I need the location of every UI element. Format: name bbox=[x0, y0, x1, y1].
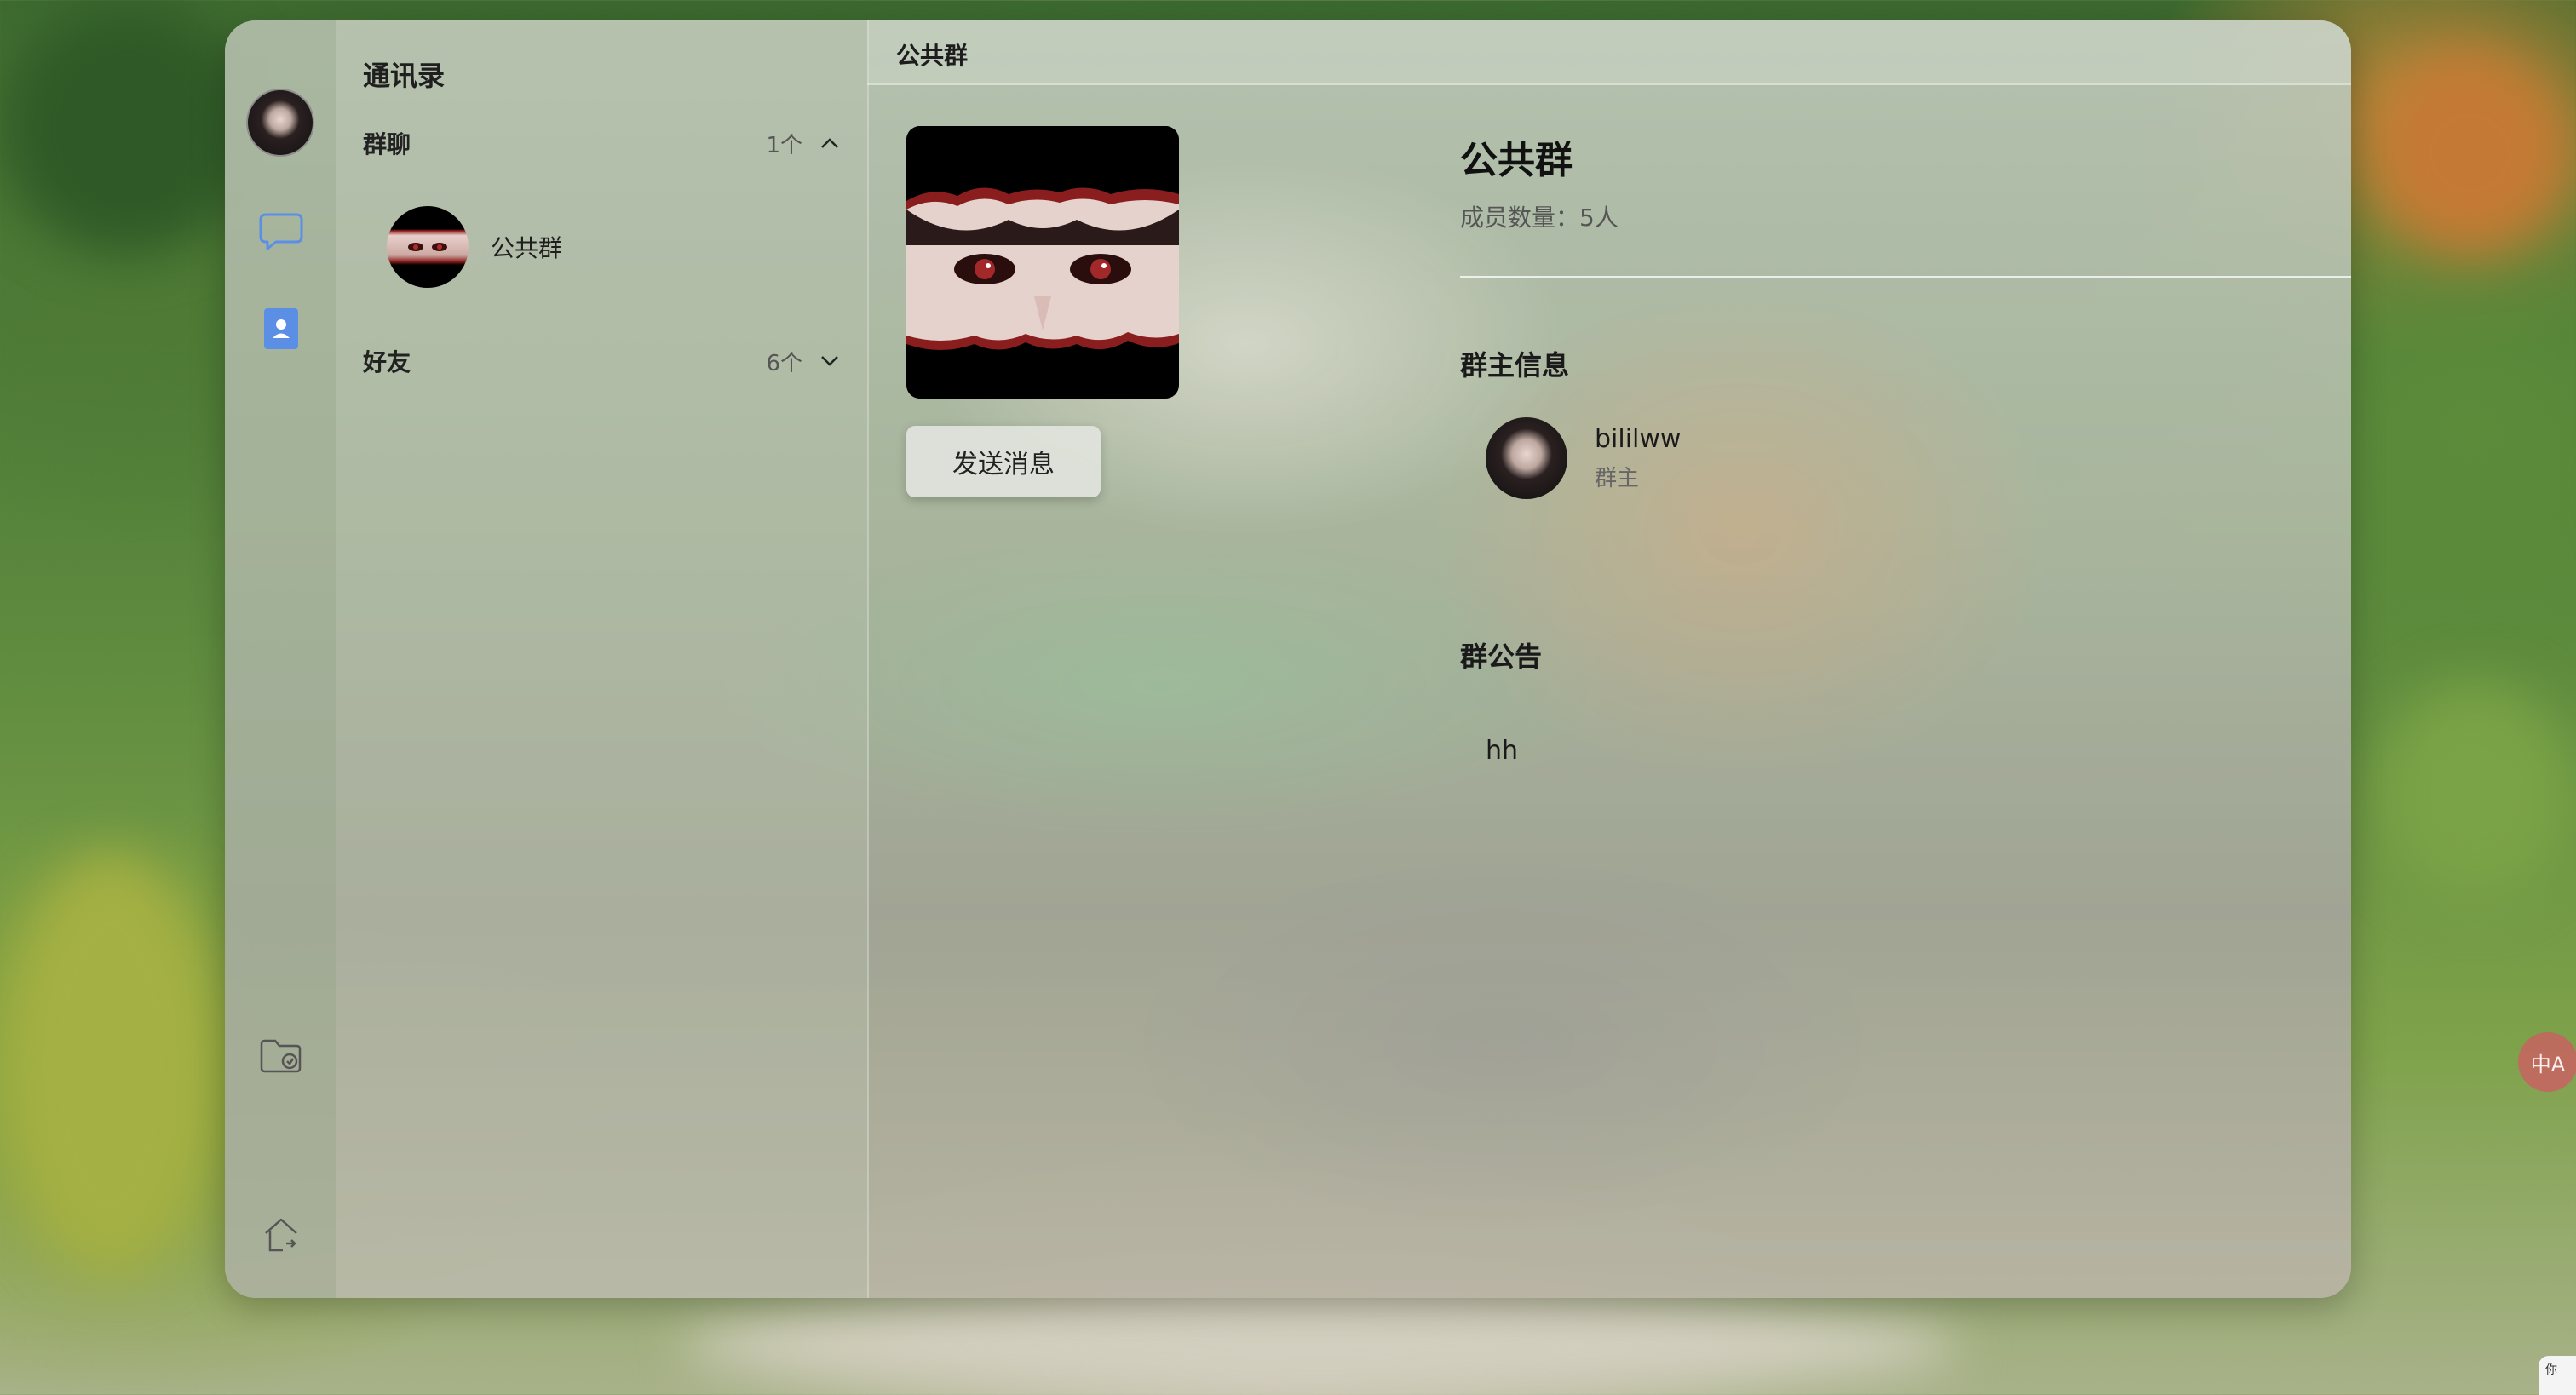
chevron-down-icon bbox=[821, 356, 838, 366]
owner-name: bililww bbox=[1595, 424, 1682, 454]
group-name: 公共群 bbox=[1460, 139, 1573, 182]
background-foliage bbox=[0, 0, 256, 255]
group-chat-section-label: 群聊 bbox=[363, 130, 411, 158]
corner-note[interactable]: 你 bbox=[2539, 1356, 2576, 1395]
chat-bubble-icon[interactable] bbox=[259, 210, 303, 254]
group-chat-count: 1个 bbox=[766, 132, 802, 158]
user-avatar[interactable] bbox=[246, 89, 314, 157]
member-count-value: 5人 bbox=[1579, 204, 1619, 232]
contacts-panel: 通讯录 群聊 1个 公共群 好友 6个 bbox=[336, 20, 869, 1298]
contacts-book-icon[interactable] bbox=[259, 307, 303, 351]
owner-info: bililww 群主 bbox=[1595, 424, 1681, 492]
home-icon[interactable] bbox=[259, 1213, 303, 1257]
friends-section-label: 好友 bbox=[363, 348, 411, 376]
divider bbox=[1460, 276, 2351, 278]
background-foliage bbox=[2368, 51, 2573, 255]
owner-avatar bbox=[1486, 417, 1567, 499]
owner-card[interactable]: bililww 群主 bbox=[1486, 417, 1681, 499]
owner-section-title: 群主信息 bbox=[1460, 349, 1570, 382]
group-avatar bbox=[387, 206, 469, 288]
icon-rail bbox=[225, 20, 336, 1298]
announcement-text: hh bbox=[1486, 736, 1519, 766]
friends-count: 6个 bbox=[766, 350, 802, 376]
owner-role: 群主 bbox=[1595, 466, 1640, 491]
group-list-item[interactable]: 公共群 bbox=[387, 204, 830, 290]
background-street bbox=[681, 1295, 1959, 1395]
friends-section-header[interactable]: 好友 6个 bbox=[363, 341, 840, 382]
member-count: 成员数量： 5人 bbox=[1460, 199, 1619, 233]
chevron-up-icon bbox=[821, 138, 838, 148]
contacts-title: 通讯录 bbox=[363, 60, 446, 92]
send-message-button[interactable]: 发送消息 bbox=[906, 426, 1101, 497]
group-chat-section-header[interactable]: 群聊 1个 bbox=[363, 123, 840, 164]
app-window: 通讯录 群聊 1个 公共群 好友 6个 公共群 发送消息 公共群 成员数量： 5… bbox=[225, 20, 2351, 1298]
ime-badge[interactable]: 中A bbox=[2518, 1032, 2576, 1092]
member-count-label: 成员数量： bbox=[1460, 204, 1580, 232]
group-list-item-name: 公共群 bbox=[491, 234, 563, 262]
detail-header: 公共群 bbox=[867, 20, 2351, 85]
background-foliage bbox=[2377, 681, 2573, 903]
group-cover-image bbox=[906, 126, 1179, 399]
announcement-title: 群公告 bbox=[1460, 640, 1543, 673]
detail-header-title: 公共群 bbox=[896, 42, 969, 70]
background-foliage bbox=[0, 852, 221, 1277]
group-detail-panel: 公共群 发送消息 公共群 成员数量： 5人 群主信息 bililww 群主 群公… bbox=[867, 20, 2351, 1298]
folder-icon[interactable] bbox=[259, 1034, 303, 1078]
